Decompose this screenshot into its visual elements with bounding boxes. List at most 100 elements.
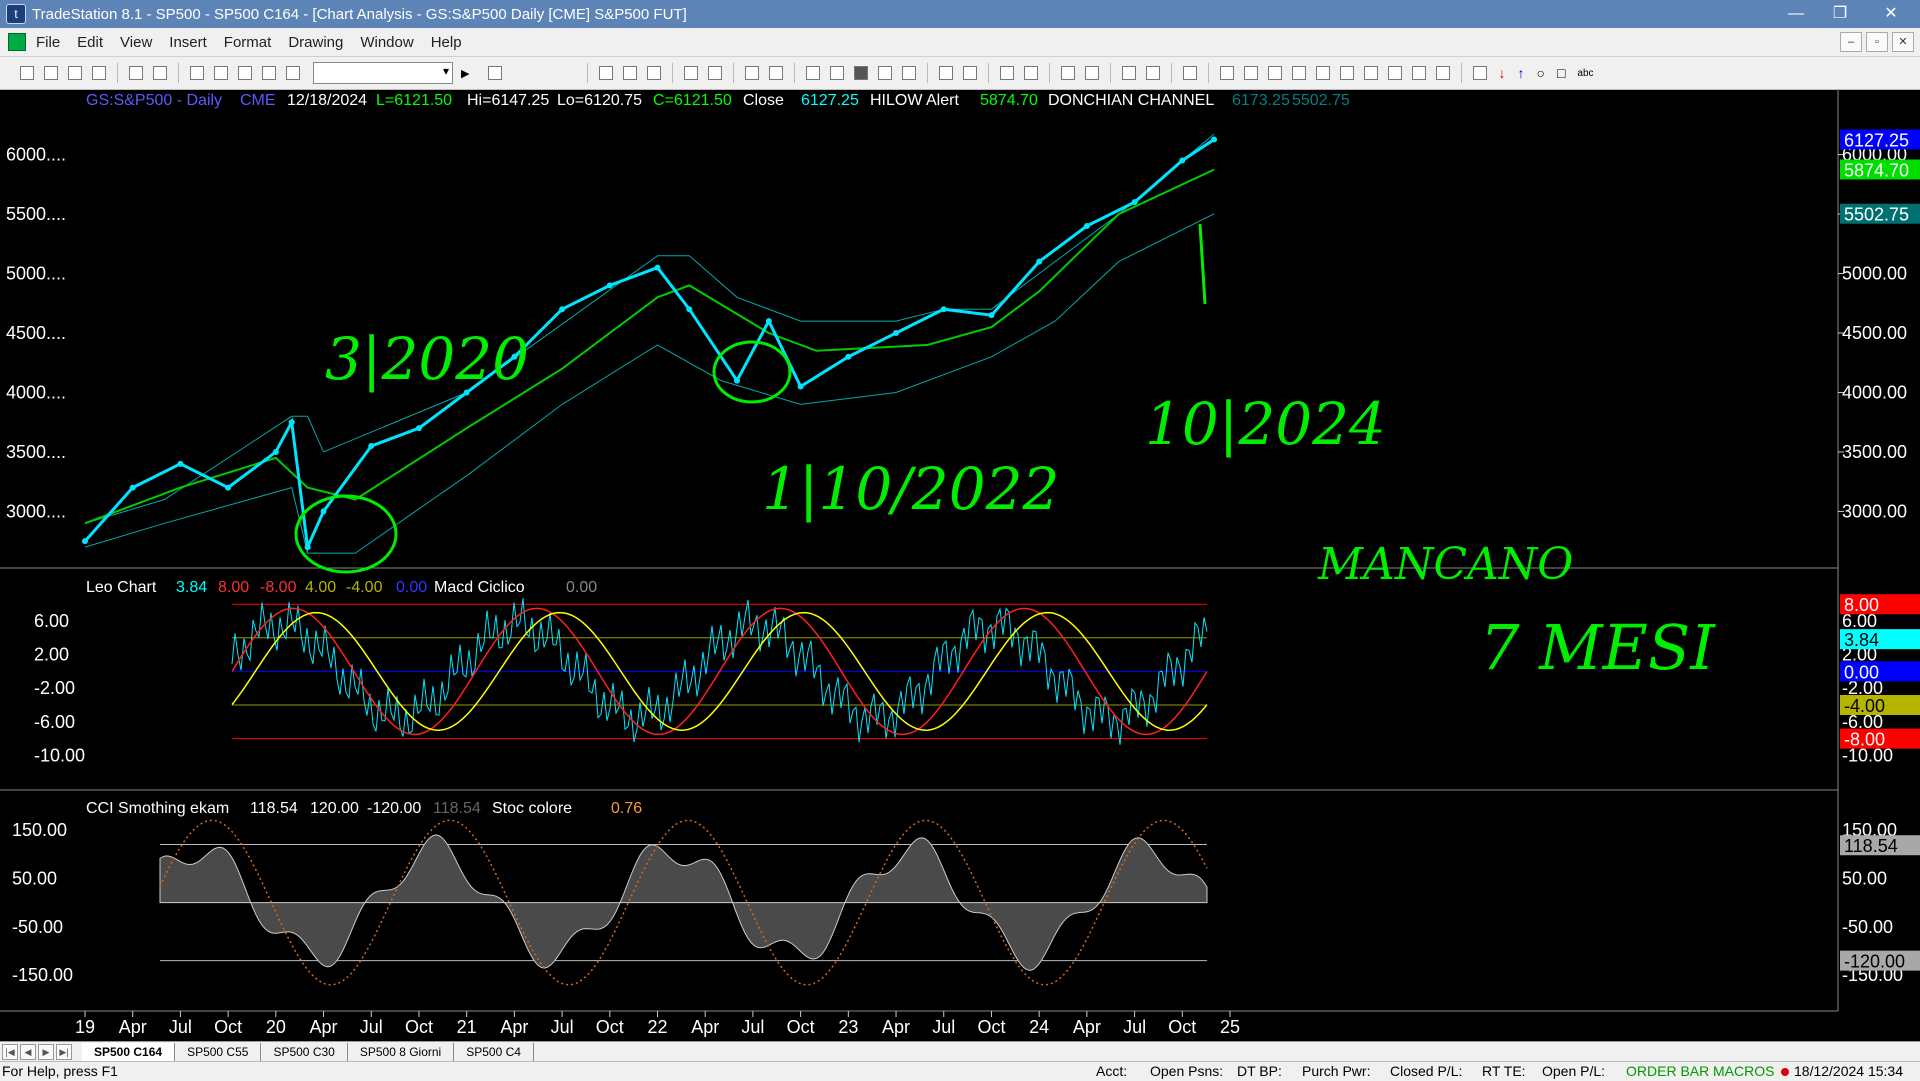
menu-insert[interactable]: Insert xyxy=(169,34,207,51)
up-arrow-icon[interactable]: ↑ xyxy=(1517,65,1524,81)
price-ytick-left: 6000.... xyxy=(6,145,66,165)
chart-type-icon[interactable] xyxy=(623,66,638,80)
rectangle-icon[interactable]: □ xyxy=(1557,65,1565,81)
find-icon[interactable] xyxy=(488,66,503,80)
time-axis-label: Jul xyxy=(551,1017,574,1037)
menu-drawing[interactable]: Drawing xyxy=(288,34,343,51)
menu-view[interactable]: View xyxy=(120,34,152,51)
wrench-icon[interactable] xyxy=(1122,66,1137,80)
scroll-icon[interactable] xyxy=(963,66,978,80)
symbol-select[interactable] xyxy=(313,62,453,84)
print-preview-icon[interactable] xyxy=(153,66,167,80)
new-icon[interactable] xyxy=(20,66,34,80)
toolbar-separator xyxy=(1171,63,1173,83)
time-axis-label: Jul xyxy=(741,1017,764,1037)
open-icon[interactable] xyxy=(44,66,58,80)
bars-icon[interactable] xyxy=(902,66,917,80)
menu-help[interactable]: Help xyxy=(431,34,462,51)
print-icon[interactable] xyxy=(129,66,143,80)
chart-canvas[interactable]: GS:S&P500 - Daily CME 12/18/2024 L=6121.50 H… xyxy=(0,89,1920,1041)
tab-prev-icon[interactable]: ◀ xyxy=(20,1044,36,1060)
tab-last-icon[interactable]: ▶| xyxy=(56,1044,72,1060)
crosshair-icon[interactable] xyxy=(939,66,954,80)
toolbar: ▶ ↓ ↑ ○ □ abc xyxy=(0,57,1920,90)
tab-sp500-c164[interactable]: SP500 C164 xyxy=(82,1043,176,1061)
close-button[interactable]: ✕ xyxy=(1862,0,1920,28)
mdi-minimize-button[interactable]: – xyxy=(1840,32,1862,52)
zoom-out-icon[interactable] xyxy=(1024,66,1039,80)
flag-icon[interactable] xyxy=(1085,66,1100,80)
tab-sp500-c55[interactable]: SP500 C55 xyxy=(175,1043,262,1061)
stoc-colore-name: Stoc colore xyxy=(492,800,572,817)
color-palette-icon[interactable] xyxy=(286,66,300,80)
radar-icon[interactable] xyxy=(806,66,821,80)
insert-indicator-icon[interactable] xyxy=(684,66,699,80)
tab-first-icon[interactable]: |◀ xyxy=(2,1044,18,1060)
header-symbol: GS:S&P500 - Daily xyxy=(86,92,222,109)
data-window-icon[interactable] xyxy=(647,66,662,80)
horizontal-line-icon[interactable] xyxy=(1244,66,1259,80)
play-arrow-icon[interactable]: ▶ xyxy=(461,67,469,80)
mdi-restore-button[interactable]: ▫ xyxy=(1866,32,1888,52)
close-price-line-point xyxy=(654,264,661,271)
maximize-button[interactable]: ❐ xyxy=(1818,0,1862,28)
tab-sp500-8-giorni[interactable]: SP500 8 Giorni xyxy=(348,1043,455,1061)
andrews-pitchfork-icon[interactable] xyxy=(1316,66,1331,80)
ratio-icon[interactable] xyxy=(1388,66,1403,80)
tab-sp500-c30[interactable]: SP500 C30 xyxy=(261,1043,348,1061)
text-icon[interactable]: abc xyxy=(1577,68,1593,79)
copy-icon[interactable] xyxy=(214,66,228,80)
mdi-close-button[interactable]: ✕ xyxy=(1892,32,1914,52)
channel-icon[interactable] xyxy=(1268,66,1283,80)
matrix-icon[interactable] xyxy=(830,66,845,80)
insert-strategy-icon[interactable] xyxy=(708,66,723,80)
options-icon[interactable] xyxy=(1146,66,1161,80)
minimize-button[interactable]: — xyxy=(1774,0,1818,28)
chart-window-icon[interactable] xyxy=(8,33,26,51)
time-axis-label: 22 xyxy=(647,1017,667,1037)
curve-icon[interactable] xyxy=(1473,66,1488,80)
chart-analysis-icon[interactable] xyxy=(854,66,869,80)
menu-format[interactable]: Format xyxy=(224,34,272,51)
ellipse-icon[interactable]: ○ xyxy=(1536,65,1544,81)
pointer-icon[interactable] xyxy=(1061,66,1076,80)
acct-label: Acct: xyxy=(1096,1063,1128,1079)
menu-window[interactable]: Window xyxy=(360,34,413,51)
fibonacci-icon[interactable] xyxy=(1292,66,1307,80)
time-axis-label: Oct xyxy=(405,1017,433,1037)
vertical-line-icon[interactable] xyxy=(1340,66,1355,80)
format-icon[interactable] xyxy=(262,66,276,80)
close-price-line-point xyxy=(734,377,741,384)
time-axis-label: Jul xyxy=(1123,1017,1146,1037)
close-price-line-point xyxy=(797,383,804,390)
zoom-in-icon[interactable] xyxy=(1000,66,1015,80)
close-price-line-point xyxy=(272,448,279,455)
cci-v3: -120.00 xyxy=(367,800,421,817)
tab-next-icon[interactable]: ▶ xyxy=(38,1044,54,1060)
window-controls: — ❐ ✕ xyxy=(1774,0,1920,28)
trendline-icon[interactable] xyxy=(1220,66,1235,80)
help-text: For Help, press F1 xyxy=(2,1063,118,1079)
tab-sp500-c4[interactable]: SP500 C4 xyxy=(454,1043,534,1061)
arc-icon[interactable] xyxy=(1412,66,1427,80)
open-pl-label: Open P/L: xyxy=(1542,1063,1606,1079)
save-all-icon[interactable] xyxy=(92,66,106,80)
leo-flag-label: 8.00 xyxy=(1844,595,1879,615)
cut-icon[interactable] xyxy=(190,66,204,80)
down-arrow-icon[interactable]: ↓ xyxy=(1498,65,1505,81)
chart-style-icon[interactable] xyxy=(599,66,614,80)
link-icon[interactable] xyxy=(769,66,784,80)
time-zones-icon[interactable] xyxy=(1364,66,1379,80)
tradestation-app-icon: t xyxy=(6,4,26,24)
order-bar-toggle[interactable]: ORDER BAR xyxy=(1626,1063,1709,1079)
header-low: Lo=6120.75 xyxy=(557,92,642,109)
quote-icon[interactable] xyxy=(878,66,893,80)
scan-icon[interactable] xyxy=(745,66,760,80)
menu-file[interactable]: File xyxy=(36,34,60,51)
menu-edit[interactable]: Edit xyxy=(77,34,103,51)
lock-icon[interactable] xyxy=(238,66,252,80)
save-icon[interactable] xyxy=(68,66,82,80)
clear-icon[interactable] xyxy=(1183,66,1198,80)
macros-toggle[interactable]: MACROS xyxy=(1713,1063,1774,1079)
pen-icon[interactable] xyxy=(1436,66,1451,80)
